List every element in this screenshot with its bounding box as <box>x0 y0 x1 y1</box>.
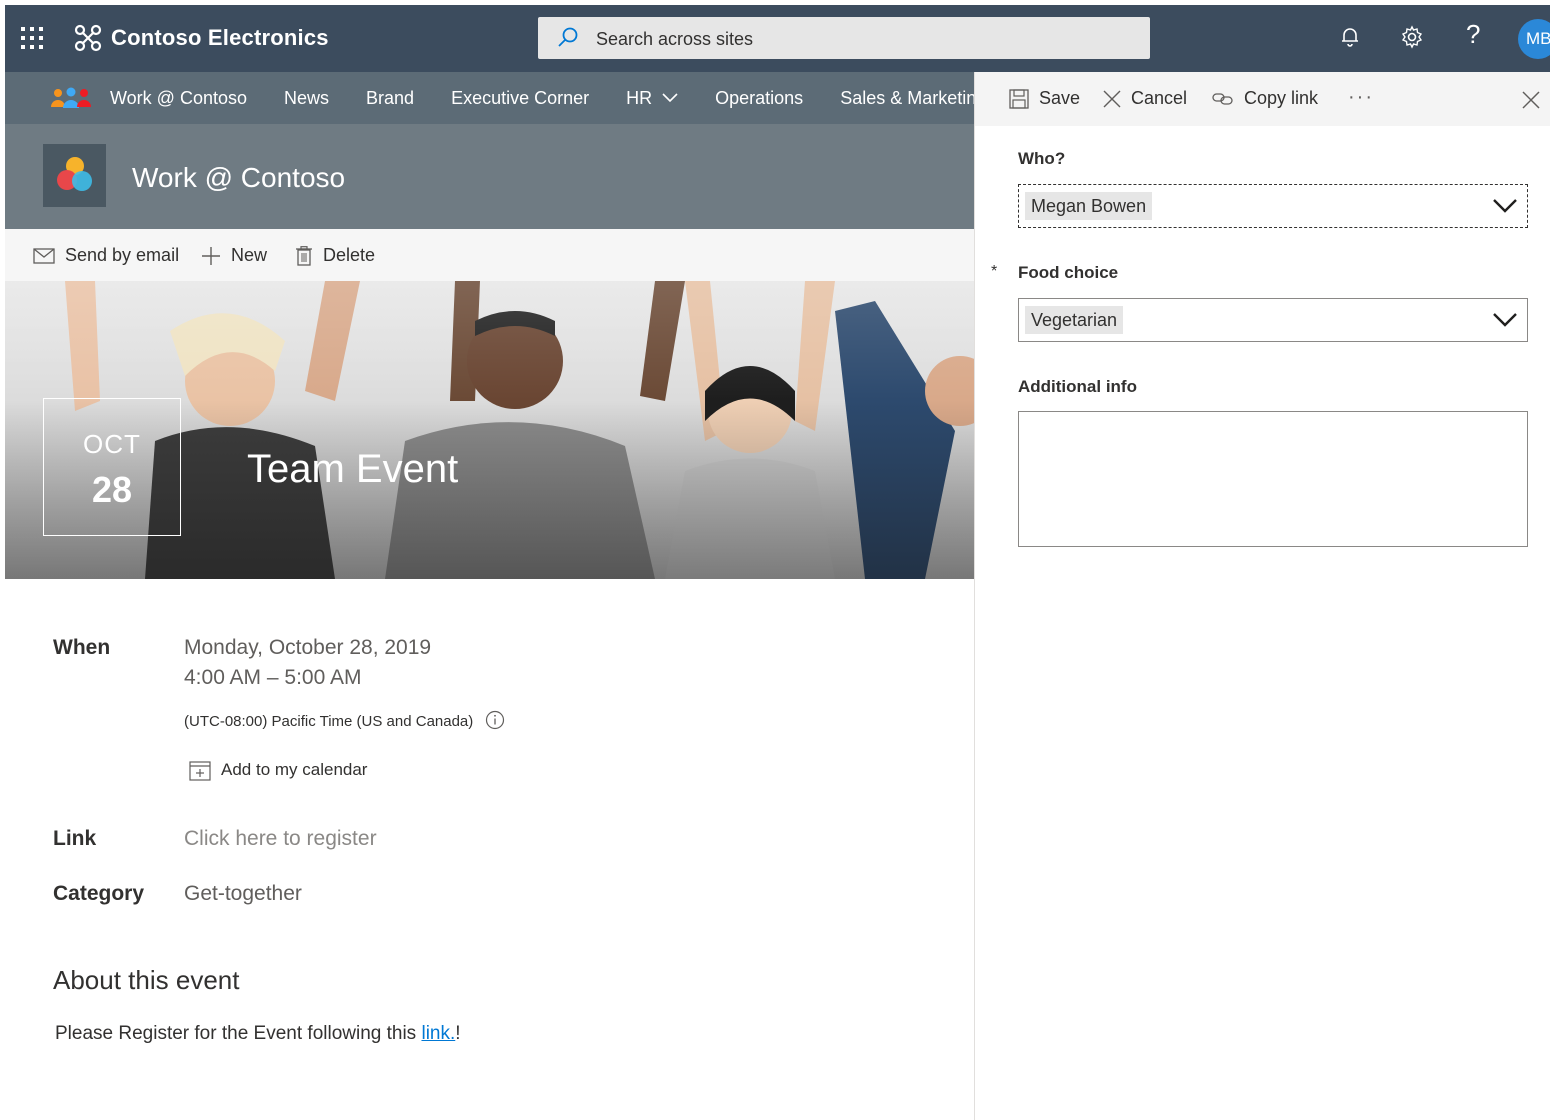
mail-icon <box>33 247 55 264</box>
save-label: Save <box>1039 88 1081 108</box>
site-title[interactable]: Work @ Contoso <box>132 162 345 194</box>
hub-logo-icon <box>51 87 91 108</box>
close-icon[interactable] <box>1521 90 1541 110</box>
food-choice-dropdown[interactable]: Vegetarian <box>1018 298 1528 342</box>
suite-bar: Contoso Electronics Search across sites … <box>5 5 1550 72</box>
calendar-add-icon <box>189 761 211 781</box>
site-logo[interactable] <box>43 144 106 207</box>
nav-item-operations[interactable]: Operations <box>715 88 803 109</box>
nav-item-brand[interactable]: Brand <box>366 88 414 109</box>
nav-item-sales-marketing[interactable]: Sales & Marketing <box>840 88 975 109</box>
site-logo-icon <box>57 157 92 191</box>
command-bar: Send by email New Delete <box>5 229 975 281</box>
nav-item-news[interactable]: News <box>284 88 329 109</box>
required-marker: * <box>991 263 998 280</box>
event-month: OCT <box>83 429 141 459</box>
event-date: Monday, October 28, 2019 <box>184 636 432 659</box>
save-button[interactable]: Save <box>1009 88 1080 109</box>
about-link[interactable]: link. <box>421 1023 455 1044</box>
nav-item-work-at-contoso[interactable]: Work @ Contoso <box>110 88 247 109</box>
hub-navigation: Work @ Contoso News Brand Executive Corn… <box>5 72 975 124</box>
about-heading: About this event <box>53 965 240 995</box>
about-description: Please Register for the Event following … <box>55 1023 461 1045</box>
cancel-button[interactable]: Cancel <box>1103 88 1187 109</box>
more-options-icon[interactable]: ··· <box>1348 86 1374 109</box>
send-by-email-button[interactable]: Send by email <box>33 245 179 266</box>
info-icon[interactable] <box>485 710 505 730</box>
new-label: New <box>231 245 268 265</box>
contoso-logo-icon <box>74 24 102 52</box>
avatar[interactable]: MB <box>1518 19 1550 59</box>
category-label: Category <box>53 882 145 905</box>
additional-info-label: Additional info <box>1018 377 1137 396</box>
delete-label: Delete <box>323 245 376 265</box>
event-time: 4:00 AM – 5:00 AM <box>184 666 362 689</box>
help-icon[interactable]: ? <box>1466 19 1480 50</box>
event-date-badge: OCT 28 <box>43 398 181 536</box>
event-title: Team Event <box>247 447 459 491</box>
search-box[interactable]: Search across sites <box>538 17 1150 59</box>
app-launcher-icon[interactable] <box>21 27 43 49</box>
additional-info-textarea[interactable] <box>1018 411 1528 547</box>
save-icon <box>1009 88 1029 109</box>
cancel-label: Cancel <box>1131 88 1188 108</box>
event-timezone-text: (UTC-08:00) Pacific Time (US and Canada) <box>184 713 474 730</box>
copy-link-label: Copy link <box>1244 88 1319 108</box>
trash-icon <box>296 245 312 266</box>
chevron-down-icon <box>1493 313 1517 327</box>
chevron-down-icon <box>1493 199 1517 213</box>
nav-item-hr-label: HR <box>626 87 653 108</box>
link-label: Link <box>53 827 97 850</box>
category-value: Get-together <box>184 882 302 905</box>
search-input[interactable]: Search across sites <box>596 29 753 50</box>
event-timezone: (UTC-08:00) Pacific Time (US and Canada) <box>184 710 505 730</box>
delete-button[interactable]: Delete <box>295 245 375 266</box>
nav-item-executive-corner[interactable]: Executive Corner <box>451 88 589 109</box>
about-text-after: ! <box>455 1023 461 1044</box>
who-dropdown[interactable]: Megan Bowen <box>1018 184 1528 228</box>
notification-bell-icon[interactable] <box>1338 25 1362 49</box>
item-edit-panel: Save Cancel Copy link ··· Who? Megan Bow… <box>975 72 1550 1120</box>
food-choice-selected-value: Vegetarian <box>1025 306 1124 334</box>
event-hero-image: OCT 28 Team Event <box>5 281 975 579</box>
add-to-calendar-label: Add to my calendar <box>221 760 368 779</box>
link-icon <box>1212 92 1233 105</box>
settings-gear-icon[interactable] <box>1400 25 1424 49</box>
register-link[interactable]: Click here to register <box>184 827 377 851</box>
new-button[interactable]: New <box>201 245 267 266</box>
chevron-down-icon <box>662 93 678 103</box>
site-header: Work @ Contoso <box>5 124 975 229</box>
event-day: 28 <box>91 469 133 510</box>
copy-link-button[interactable]: Copy link <box>1212 88 1318 109</box>
add-to-calendar-button[interactable]: Add to my calendar <box>189 759 367 781</box>
brand-name[interactable]: Contoso Electronics <box>111 25 329 51</box>
who-selected-value: Megan Bowen <box>1025 192 1153 220</box>
search-icon <box>558 27 578 47</box>
event-details: When Monday, October 28, 2019 4:00 AM – … <box>5 579 975 1120</box>
cancel-icon <box>1103 90 1121 107</box>
panel-command-bar: Save Cancel Copy link ··· <box>975 72 1550 126</box>
food-choice-label: Food choice <box>1018 263 1119 282</box>
send-by-email-label: Send by email <box>65 245 180 265</box>
who-label: Who? <box>1018 149 1066 168</box>
nav-item-hr[interactable]: HR <box>626 88 678 109</box>
about-text-before: Please Register for the Event following … <box>55 1023 422 1044</box>
add-icon <box>202 246 220 265</box>
when-label: When <box>53 636 111 659</box>
